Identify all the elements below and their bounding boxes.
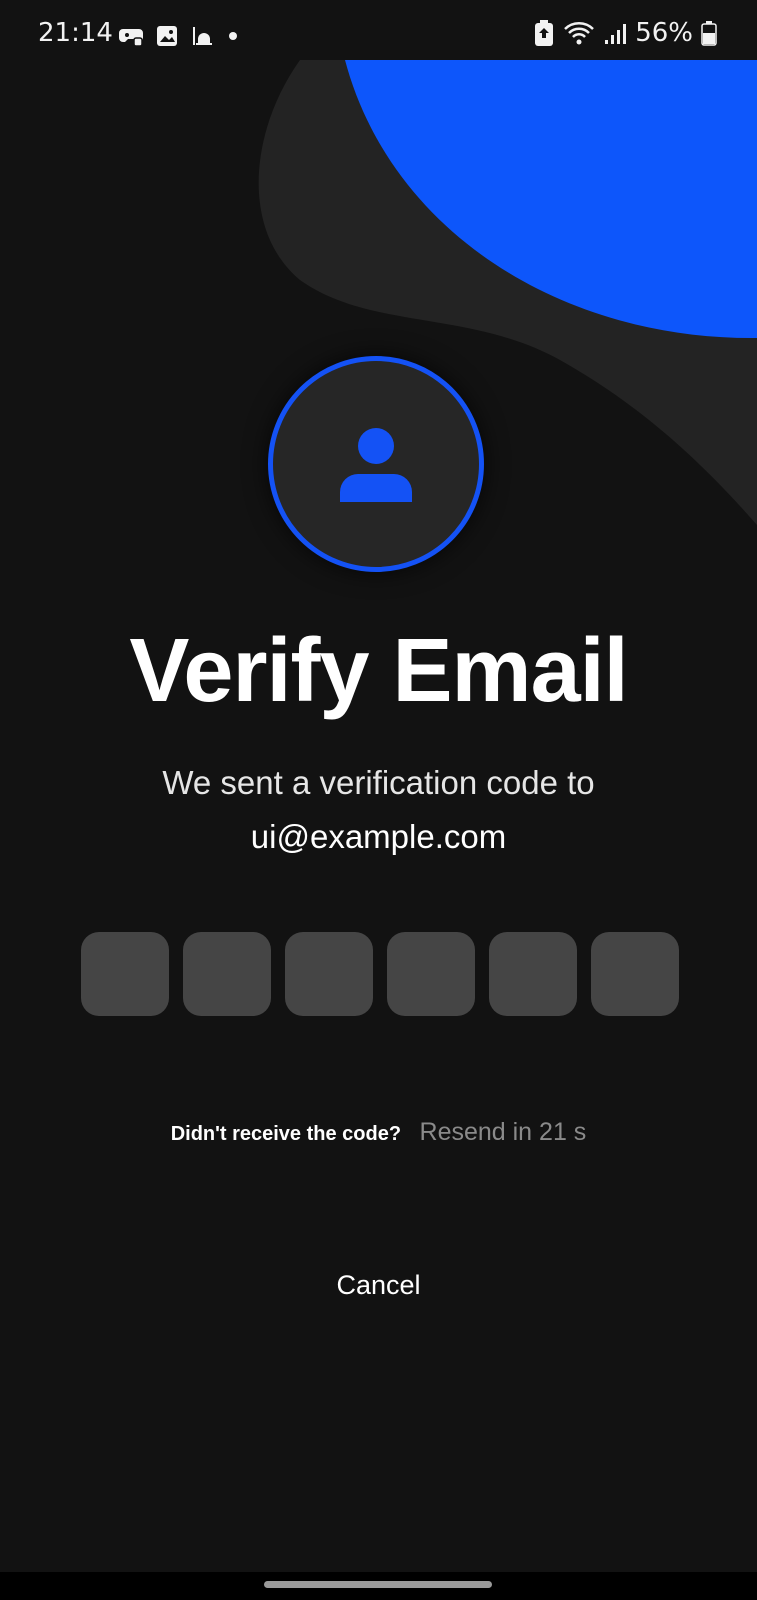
resend-row: Didn't receive the code? Resend in 21 s bbox=[0, 1118, 757, 1147]
verification-code-input bbox=[81, 932, 679, 1016]
dot-icon bbox=[229, 32, 237, 40]
battery-saver-icon bbox=[535, 20, 554, 46]
email-address: ui@example.com bbox=[250, 818, 507, 855]
status-bar: 21:14 56% bbox=[0, 0, 757, 60]
status-right: 56% bbox=[533, 18, 717, 48]
status-time: 21:14 bbox=[38, 18, 113, 48]
code-digit-4[interactable] bbox=[387, 932, 475, 1016]
code-digit-3[interactable] bbox=[285, 932, 373, 1016]
avatar bbox=[268, 356, 484, 572]
signal-icon bbox=[605, 24, 627, 44]
image-icon bbox=[157, 26, 177, 46]
battery-icon bbox=[701, 21, 717, 46]
navigation-bar bbox=[0, 1572, 757, 1600]
wifi-icon bbox=[564, 22, 595, 45]
subtitle: We sent a verification code to bbox=[162, 764, 595, 801]
mosque-icon bbox=[193, 27, 212, 45]
resend-countdown[interactable]: Resend in 21 s bbox=[420, 1118, 587, 1146]
battery-percent: 56% bbox=[635, 18, 693, 48]
page-title: Verify Email bbox=[129, 621, 628, 721]
code-digit-6[interactable] bbox=[591, 932, 679, 1016]
code-digit-1[interactable] bbox=[81, 932, 169, 1016]
home-handle[interactable] bbox=[264, 1581, 492, 1588]
status-left-icons bbox=[118, 22, 240, 50]
code-digit-5[interactable] bbox=[489, 932, 577, 1016]
cancel-button[interactable]: Cancel bbox=[0, 1270, 757, 1301]
resend-question: Didn't receive the code? bbox=[170, 1123, 402, 1145]
code-digit-2[interactable] bbox=[183, 932, 271, 1016]
person-icon bbox=[340, 428, 412, 502]
game-controller-icon bbox=[119, 29, 143, 47]
